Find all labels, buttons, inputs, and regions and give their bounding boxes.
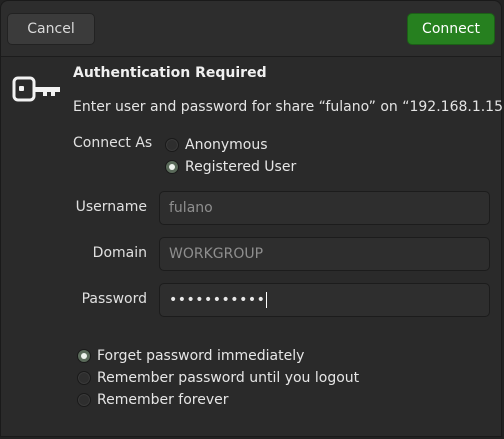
password-field[interactable]: ••••••••••• bbox=[159, 283, 490, 317]
radio-registered-user[interactable]: Registered User bbox=[165, 159, 296, 175]
username-field[interactable]: fulano bbox=[159, 191, 490, 225]
auth-dialog: Cancel Connect Authentication Required E… bbox=[0, 0, 504, 437]
dialog-description: Enter user and password for share “fulan… bbox=[73, 99, 504, 115]
domain-field[interactable]: WORKGROUP bbox=[159, 237, 490, 271]
password-label: Password bbox=[81, 291, 147, 307]
radio-indicator bbox=[165, 160, 179, 174]
domain-label: Domain bbox=[92, 245, 147, 261]
radio-forget-immediately-label: Forget password immediately bbox=[97, 348, 305, 364]
radio-remember-until-logout[interactable]: Remember password until you logout bbox=[77, 370, 359, 386]
radio-remember-forever-label: Remember forever bbox=[97, 392, 229, 408]
text-cursor bbox=[266, 292, 268, 308]
connect-as-label: Connect As bbox=[73, 135, 153, 151]
connect-button[interactable]: Connect bbox=[407, 13, 495, 45]
radio-forget-immediately[interactable]: Forget password immediately bbox=[77, 348, 304, 364]
radio-indicator bbox=[165, 138, 179, 152]
username-label: Username bbox=[75, 199, 147, 215]
radio-anonymous[interactable]: Anonymous bbox=[165, 137, 268, 153]
password-mask: ••••••••••• bbox=[169, 292, 266, 308]
radio-registered-user-label: Registered User bbox=[185, 159, 297, 175]
radio-indicator bbox=[77, 349, 91, 363]
radio-remember-until-logout-label: Remember password until you logout bbox=[97, 370, 360, 386]
radio-remember-forever[interactable]: Remember forever bbox=[77, 392, 229, 408]
key-icon bbox=[12, 76, 60, 102]
radio-anonymous-label: Anonymous bbox=[185, 137, 268, 153]
radio-indicator bbox=[77, 371, 91, 385]
dialog-title: Authentication Required bbox=[73, 65, 267, 81]
header-bar: Cancel Connect bbox=[1, 1, 501, 57]
cancel-button[interactable]: Cancel bbox=[7, 13, 95, 45]
radio-indicator bbox=[77, 393, 91, 407]
